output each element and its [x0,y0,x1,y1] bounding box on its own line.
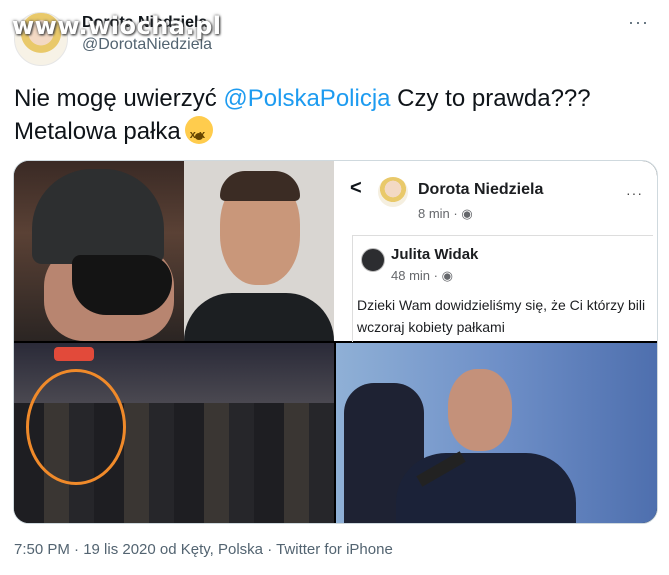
dizzy-face-emoji-icon [184,116,213,152]
orange-circle-highlight [26,369,126,485]
shared-text: Dzieki Wam dowidzieliśmy się, że Ci któr… [357,297,646,335]
photo-detail [184,293,334,341]
photo-detail [54,347,94,361]
site-watermark: www.wiocha.pl [12,12,222,40]
facebook-avatar [378,177,408,207]
photo-masked-man[interactable] [14,161,184,341]
shared-author: Julita Widak [391,246,479,263]
tweet-text-part: Czy to prawda??? [390,85,591,112]
tweet-metadata[interactable]: 7:50 PM · 19 lis 2020 od Kęty, Polska · … [14,541,393,558]
photo-detail [72,255,172,315]
photo-detail [220,171,300,201]
shared-author-avatar [361,248,385,272]
tweet-header: Dorota Niedziela @DorotaNiedziela www.wi… [12,10,657,66]
shared-post: Julita Widak 48 min · ◉ Dzieki Wam dowid… [352,235,653,342]
photo-police-officer[interactable] [336,343,657,523]
photo-detail [396,453,576,523]
photo-portrait[interactable] [184,161,334,341]
shared-time: 48 min · ◉ [391,268,453,283]
facebook-author: Dorota Niedziela [418,181,544,198]
media-grid[interactable]: < Dorota Niedziela 8 min · ◉ ··· Julita … [13,160,658,524]
facebook-time: 8 min · ◉ [418,206,473,221]
facebook-post-screenshot[interactable]: < Dorota Niedziela 8 min · ◉ ··· Julita … [334,161,657,342]
photo-detail [448,369,512,451]
tweet-text: Nie mogę uwierzyć @PolskaPolicja Czy to … [14,82,654,152]
back-arrow-icon: < [350,177,362,199]
facebook-more-icon: ··· [626,185,643,201]
photo-detail [32,169,164,264]
tweet-text-line2: Metalowa pałka [14,118,181,145]
more-options-icon[interactable]: ··· [628,12,649,33]
tweet-text-part: Nie mogę uwierzyć [14,85,224,112]
photo-crowd[interactable] [14,343,334,523]
mention-link[interactable]: @PolskaPolicja [223,85,390,112]
